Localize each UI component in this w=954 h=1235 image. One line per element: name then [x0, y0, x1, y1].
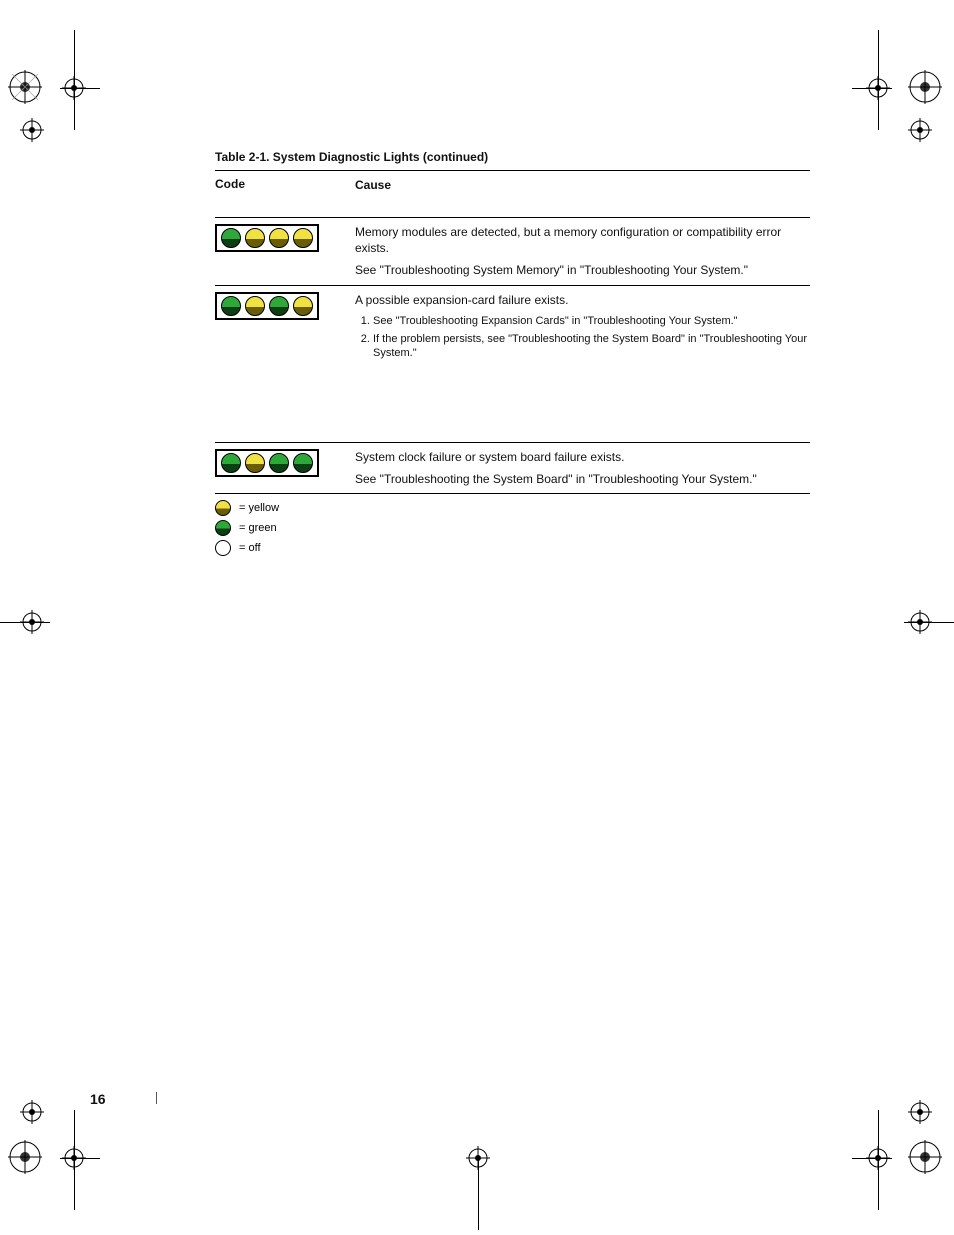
- table-row: Memory modules are detected, but a memor…: [215, 217, 810, 285]
- cause-cell: System clock failure or system board fai…: [355, 449, 810, 493]
- cause-text: System clock failure or system board fai…: [355, 449, 810, 465]
- led-green-icon: [269, 296, 289, 316]
- legend-label: = yellow: [239, 502, 279, 514]
- legend-off: = off: [215, 540, 810, 556]
- legend: = yellow = green = off: [215, 493, 810, 556]
- led-yellow-icon: [293, 296, 313, 316]
- action-list: See "Troubleshooting Expansion Cards" in…: [373, 314, 810, 362]
- led-yellow-icon: [245, 453, 265, 473]
- led-code: [215, 292, 355, 320]
- led-yellow-icon: [293, 228, 313, 248]
- led-box: [215, 292, 319, 320]
- led-yellow-icon: [245, 228, 265, 248]
- table-row: System clock failure or system board fai…: [215, 442, 810, 493]
- list-item: If the problem persists, see "Troublesho…: [373, 332, 810, 362]
- legend-label: = off: [239, 542, 261, 554]
- legend-label: = green: [239, 522, 277, 534]
- led-green-icon: [221, 453, 241, 473]
- led-green-icon: [269, 453, 289, 473]
- table-row: A possible expansion-card failure exists…: [215, 285, 810, 442]
- led-box: [215, 449, 319, 477]
- led-green-icon: [221, 228, 241, 248]
- action-text: See "Troubleshooting the System Board" i…: [355, 471, 810, 487]
- cause-cell: Memory modules are detected, but a memor…: [355, 224, 810, 285]
- led-box: [215, 224, 319, 252]
- legend-yellow: = yellow: [215, 500, 810, 516]
- led-off-icon: [215, 540, 231, 556]
- page-number: 16: [90, 1091, 106, 1107]
- list-item: See "Troubleshooting Expansion Cards" in…: [373, 314, 810, 329]
- led-green-icon: [215, 520, 231, 536]
- led-yellow-icon: [215, 500, 231, 516]
- table-title: Table 2-1. System Diagnostic Lights (con…: [215, 150, 810, 164]
- header-code: Code: [215, 177, 355, 191]
- content-column: Table 2-1. System Diagnostic Lights (con…: [215, 150, 810, 560]
- led-yellow-icon: [245, 296, 265, 316]
- header-cause: Cause: [355, 177, 810, 193]
- legend-green: = green: [215, 520, 810, 536]
- led-yellow-icon: [269, 228, 289, 248]
- cause-text: Memory modules are detected, but a memor…: [355, 224, 810, 256]
- led-green-icon: [293, 453, 313, 473]
- cause-cell: A possible expansion-card failure exists…: [355, 292, 810, 365]
- led-code: [215, 449, 355, 477]
- cause-text: A possible expansion-card failure exists…: [355, 292, 810, 308]
- led-code: [215, 224, 355, 252]
- action-text: See "Troubleshooting System Memory" in "…: [355, 262, 810, 278]
- table-header: Code Cause: [215, 170, 810, 217]
- led-green-icon: [221, 296, 241, 316]
- footer-divider: [156, 1092, 157, 1104]
